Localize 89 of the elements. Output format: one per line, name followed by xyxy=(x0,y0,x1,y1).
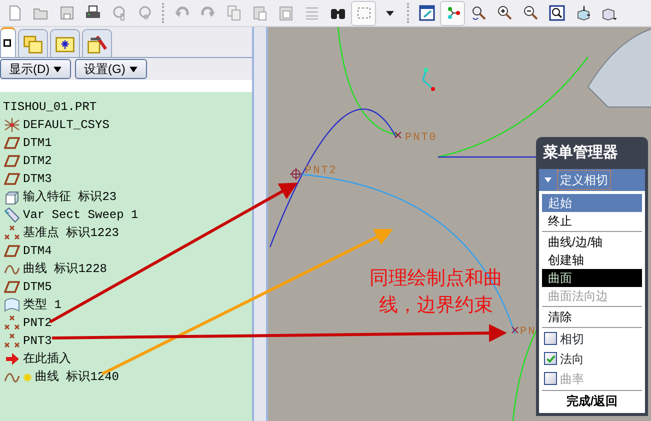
menu-section-header[interactable]: 定义相切 xyxy=(539,168,645,190)
datum-plane-icon xyxy=(4,279,20,295)
datum-point-icon xyxy=(394,132,402,138)
tree-item-label: PNT3 xyxy=(23,333,52,350)
tree-root-label: TISHOU_01.PRT xyxy=(2,99,98,116)
tree-item-label: PNT2 xyxy=(23,315,52,332)
tree-item[interactable]: 类型 1 xyxy=(0,296,252,314)
tree-item-label: 类型 1 xyxy=(23,297,62,314)
printer-icon xyxy=(84,5,100,21)
tree-item[interactable]: 基准点 标识1223 xyxy=(0,224,252,242)
caret-icon xyxy=(53,66,62,74)
clipboard-icon xyxy=(278,5,294,21)
point-label: PNT2 xyxy=(305,165,338,177)
tree-item[interactable]: DTM1 xyxy=(0,134,252,152)
cursor-icon xyxy=(422,68,435,91)
tree-item[interactable]: PNT2 xyxy=(0,314,252,332)
checkbox xyxy=(544,332,557,345)
tree-item-label: DTM4 xyxy=(23,243,52,260)
tree-item-label: DEFAULT_CSYS xyxy=(23,117,110,134)
surface-icon xyxy=(4,297,20,313)
tree-item-label: Var Sect Sweep 1 xyxy=(23,207,138,224)
arrow-icon xyxy=(4,351,20,367)
panel-tab[interactable] xyxy=(0,27,16,57)
document-icon xyxy=(6,5,22,21)
point-label: PN xyxy=(520,326,536,338)
menu-item[interactable]: 终止 xyxy=(542,212,642,230)
menu-item[interactable]: 曲面 xyxy=(542,268,642,286)
tree-item[interactable]: PNT3 xyxy=(0,332,252,350)
cube-icon xyxy=(4,189,20,205)
tree-item[interactable]: 曲线 标识1240 xyxy=(0,368,252,386)
zoom-in-icon xyxy=(496,5,512,21)
tree-item-label: 曲线 标识1240 xyxy=(35,369,120,386)
caret-icon xyxy=(543,176,553,184)
datum-plane-icon xyxy=(418,5,434,21)
menu-item[interactable]: 起始 xyxy=(542,194,642,212)
spin-icon xyxy=(470,5,486,21)
menu-item[interactable]: 曲线/边/轴 xyxy=(542,232,642,250)
checkbox xyxy=(544,372,557,385)
menu-item[interactable]: 创建轴 xyxy=(542,250,642,268)
caret-icon xyxy=(128,66,138,74)
tree-item[interactable]: DTM4 xyxy=(0,242,252,260)
clipboard-icon xyxy=(252,5,268,21)
tree-item[interactable]: Var Sect Sweep 1 xyxy=(0,206,252,224)
dropdown-button[interactable]: 显示(D) xyxy=(0,59,71,79)
menu-checkbox[interactable]: 相切 xyxy=(542,328,642,348)
refit-icon xyxy=(548,5,564,21)
panel-tab[interactable] xyxy=(82,29,112,57)
copy-icon xyxy=(226,5,242,21)
selection-box-icon xyxy=(356,5,372,21)
datum-points-icon xyxy=(4,333,20,349)
done-button[interactable]: 完成/返回 xyxy=(542,392,642,410)
dropdown-button[interactable]: 设置(G) xyxy=(75,59,147,79)
sweep-icon xyxy=(4,207,20,223)
tree-item[interactable]: DTM5 xyxy=(0,278,252,296)
datum-plane-icon xyxy=(4,153,20,169)
tree-item-label: DTM5 xyxy=(23,279,52,296)
tree-item-label: 基准点 标识1223 xyxy=(23,225,120,242)
menu-item[interactable]: 清除 xyxy=(542,308,642,326)
panel-tab[interactable] xyxy=(50,29,80,57)
tree-item-label: 曲线 标识1228 xyxy=(23,261,108,278)
tree-icon xyxy=(2,37,14,49)
folders-icon xyxy=(23,34,43,54)
datum-points-icon xyxy=(4,225,20,241)
tree-item[interactable]: 输入特征 标识23 xyxy=(0,188,252,206)
cube-icon xyxy=(574,5,590,21)
tree-item-label: 在此插入 xyxy=(23,351,71,368)
tree-item[interactable]: DTM3 xyxy=(0,170,252,188)
node-button[interactable] xyxy=(440,0,465,26)
datum-plane-icon xyxy=(4,135,20,151)
tree-item[interactable]: 在此插入 xyxy=(0,350,252,368)
tree-item-label: DTM2 xyxy=(23,153,52,170)
datum-points-icon xyxy=(4,315,20,331)
zoom-out-icon xyxy=(522,5,538,21)
list-icon xyxy=(304,5,320,21)
datum-point-icon xyxy=(290,168,302,180)
datum-plane-icon xyxy=(4,243,20,259)
tree-item[interactable]: 曲线 标识1228 xyxy=(0,260,252,278)
tree-item[interactable]: DEFAULT_CSYS xyxy=(0,116,252,134)
datum-plane-icon xyxy=(4,171,20,187)
coordinate-system-icon xyxy=(4,117,20,133)
tree-item-label: DTM1 xyxy=(23,135,52,152)
tree-item[interactable]: DTM2 xyxy=(0,152,252,170)
menu-checkbox[interactable]: 法向 xyxy=(542,348,642,368)
datum-point-icon xyxy=(512,326,518,334)
tree-item-label: DTM3 xyxy=(23,171,52,188)
menu-title: 菜单管理器 xyxy=(542,143,619,163)
point-label: PNT0 xyxy=(405,132,438,144)
tree-item-label: 输入特征 标识23 xyxy=(23,189,117,206)
folder-tools-icon xyxy=(87,34,107,54)
